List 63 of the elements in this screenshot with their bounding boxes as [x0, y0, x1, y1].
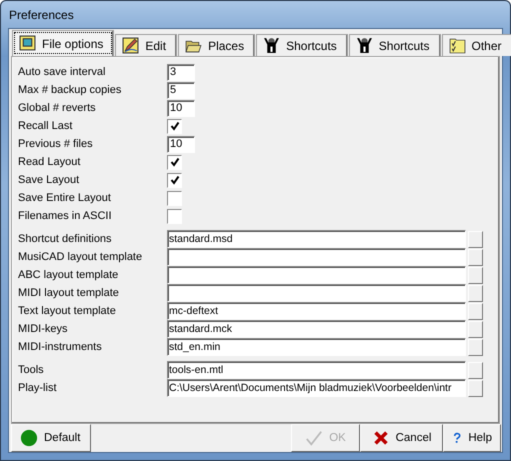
tab[interactable]: Other — [442, 34, 511, 56]
checkmark-icon — [305, 429, 324, 447]
checklist-folder-icon — [448, 37, 466, 54]
checkbox[interactable] — [167, 154, 182, 170]
file-label: ABC layout template — [18, 269, 120, 281]
option-label: Max # backup copies — [18, 84, 122, 96]
browse-button[interactable] — [468, 248, 483, 266]
checkbox[interactable] — [167, 190, 182, 206]
tab[interactable]: Places — [178, 34, 256, 56]
browse-button[interactable] — [468, 302, 483, 320]
circle-icon — [20, 429, 38, 447]
option-label: Save Layout — [18, 174, 80, 186]
file-field[interactable] — [167, 284, 466, 302]
person-icon — [356, 37, 373, 54]
browse-button[interactable] — [468, 230, 483, 248]
browse-button[interactable] — [468, 320, 483, 338]
default-button[interactable]: Default — [11, 424, 91, 452]
tab[interactable]: Shortcuts — [348, 34, 440, 56]
option-label: Save Entire Layout — [18, 192, 112, 204]
close-icon — [372, 429, 390, 447]
file-label: MusiCAD layout template — [18, 251, 144, 263]
option-label: Global # reverts — [18, 102, 97, 114]
file-label: Play-list — [18, 382, 58, 394]
browse-button[interactable] — [468, 284, 483, 302]
file-label: Shortcut definitions — [18, 233, 113, 245]
checkbox[interactable] — [167, 118, 182, 134]
file-label: Tools — [18, 364, 45, 376]
file-field[interactable]: tools-en.mtl — [167, 361, 466, 379]
tab[interactable]: Edit — [115, 34, 178, 56]
browse-button[interactable] — [468, 338, 483, 356]
window-title: Preferences — [9, 8, 74, 22]
file-label: MIDI-keys — [18, 323, 68, 335]
file-label: Text layout template — [18, 305, 117, 317]
file-label: MIDI-instruments — [18, 341, 103, 353]
option-label: Filenames in ASCII — [18, 210, 113, 222]
number-field[interactable]: 3 — [167, 64, 195, 80]
number-field[interactable]: 10 — [167, 136, 195, 152]
option-label: Read Layout — [18, 156, 82, 168]
cancel-button[interactable]: Cancel — [360, 424, 443, 452]
picture-frame-icon — [19, 35, 36, 52]
pencil-icon — [122, 37, 140, 54]
tab[interactable]: Shortcuts — [256, 34, 348, 56]
file-field[interactable]: mc-deftext — [167, 302, 466, 320]
file-field[interactable] — [167, 266, 466, 284]
browse-button[interactable] — [468, 380, 483, 396]
file-field[interactable] — [167, 248, 466, 266]
number-field[interactable]: 5 — [167, 82, 195, 98]
browse-button[interactable] — [468, 266, 483, 284]
browse-button[interactable] — [468, 362, 483, 378]
file-field[interactable]: standard.mck — [167, 320, 466, 338]
file-field[interactable]: standard.msd — [167, 230, 466, 248]
file-field[interactable]: std_en.min — [167, 338, 466, 356]
help-button[interactable]: Help — [443, 424, 501, 452]
option-label: Recall Last — [18, 120, 74, 132]
tab[interactable]: File options — [12, 30, 114, 56]
checkbox[interactable] — [167, 208, 182, 224]
file-field[interactable]: C:\Users\Arent\Documents\Mijn bladmuziek\Voorbeelden\intr — [167, 379, 466, 397]
person-icon — [263, 37, 280, 54]
option-label: Previous # files — [18, 138, 94, 150]
option-label: Auto save interval — [18, 66, 106, 78]
checkbox[interactable] — [167, 172, 182, 188]
number-field[interactable]: 10 — [167, 100, 195, 116]
file-label: MIDI layout template — [18, 287, 120, 299]
